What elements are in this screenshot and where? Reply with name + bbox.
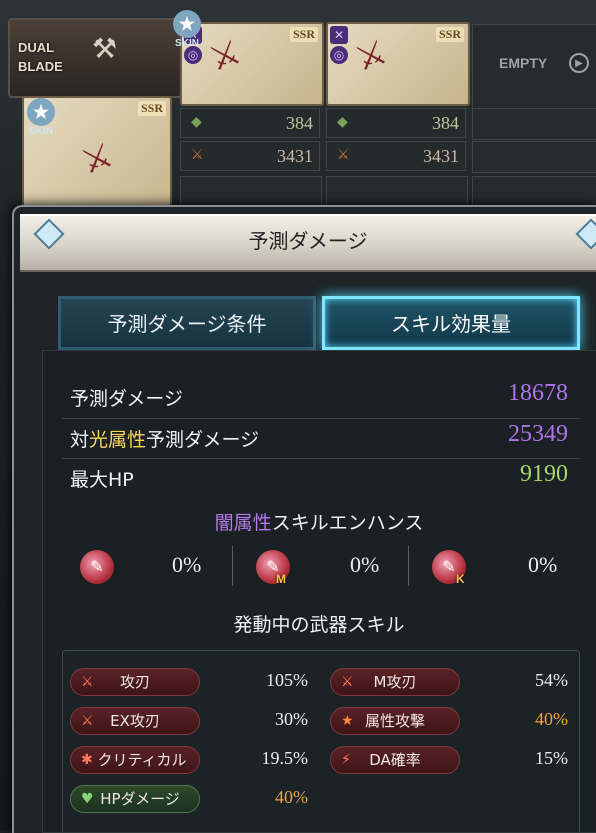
skill-pill-da-rate: ⚡ DA確率 (330, 746, 460, 774)
sword-icon: ⚔ (191, 148, 204, 163)
divider (62, 418, 580, 419)
hp-diamond-icon: ◆ (337, 115, 348, 130)
skill-pill-magna-might: ⚔ M攻刃 (330, 668, 460, 696)
hp-stat-2: ◆ 384 (326, 108, 466, 138)
weapon-art-icon: ⚔ (350, 31, 393, 81)
hp-diamond-icon: ◆ (191, 115, 202, 130)
empty-label: EMPTY (499, 55, 548, 71)
normal-skill-icon: ✎ (80, 550, 114, 584)
empty-stat-cell (472, 141, 596, 173)
max-hp-value: 9190 (520, 461, 568, 487)
skill-value-might: 105% (266, 670, 308, 690)
skill-pill-critical: ✱ クリティカル (70, 746, 200, 774)
skill-type-icon: ◎ (330, 46, 348, 64)
skill-enhance-title: 闇属性スキルエンハンス (214, 512, 424, 534)
magna-sub-label: M (276, 572, 286, 586)
skin-badge: ★ SKIN (170, 10, 204, 50)
star-icon: ★ (173, 10, 201, 38)
star-icon: ★ (27, 98, 55, 126)
ex-enhance-value: 0% (528, 552, 558, 577)
skill-value-magna-might: 54% (535, 670, 568, 690)
magna-enhance-value: 0% (350, 552, 380, 577)
vs-light-damage-label: 対光属性予測ダメージ (70, 429, 260, 451)
weapon-art-icon: ⚔ (76, 135, 119, 184)
divider (232, 546, 233, 586)
weapon-art-icon: ⚔ (204, 31, 247, 81)
atk-stat-1: ⚔ 3431 (180, 141, 320, 171)
active-weapon-skills-title: 発動中の武器スキル (233, 614, 405, 636)
empty-stat-cell (472, 108, 596, 140)
predicted-damage-value: 18678 (508, 380, 568, 406)
sword-icon: ⚔ (337, 148, 350, 163)
skill-value-da-rate: 15% (535, 748, 568, 768)
skill-value-element-attack: 40% (535, 709, 568, 729)
dark-element-icon: ✕ (330, 26, 348, 44)
empty-slot[interactable]: EMPTY ▶ (472, 24, 596, 110)
tab-damage-conditions[interactable]: 予測ダメージ条件 (58, 296, 316, 350)
skill-value-hp-damage: 40% (275, 787, 308, 807)
max-hp-label: 最大HP (70, 469, 134, 491)
divider (408, 546, 409, 586)
play-arrow-icon: ▶ (569, 53, 589, 73)
skin-label: SKIN (29, 126, 53, 137)
skill-value-critical: 19.5% (261, 748, 309, 768)
predicted-damage-label: 予測ダメージ (70, 388, 184, 410)
ssr-badge: SSR (137, 101, 166, 116)
atk-stat-2: ⚔ 3431 (326, 141, 466, 171)
crossed-weapons-icon: ⚒ (92, 32, 118, 65)
skin-label: SKIN (175, 38, 199, 49)
ssr-badge: SSR (289, 27, 318, 42)
divider (62, 458, 580, 459)
dialog-title: 予測ダメージ (248, 229, 368, 253)
skill-pill-hp-damage: ♥ HPダメージ (70, 785, 200, 813)
skill-value-ex-might: 30% (275, 709, 308, 729)
weapon-card-2[interactable]: ⚔ SSR ✕ ◎ (326, 22, 470, 106)
skill-pill-element-attack: ★ 属性攻撃 (330, 707, 460, 735)
vs-light-damage-value: 25349 (508, 421, 568, 447)
skill-pill-might: ⚔ 攻刃 (70, 668, 200, 696)
ssr-badge: SSR (435, 27, 464, 42)
tab-skill-effects[interactable]: スキル効果量 (322, 296, 580, 350)
dual-blade-label: DUAL BLADE (18, 40, 63, 74)
skill-pill-ex-might: ⚔ EX攻刃 (70, 707, 200, 735)
skin-badge: ★ SKIN (24, 98, 58, 138)
ex-sub-label: K (456, 572, 465, 586)
hp-stat-1: ◆ 384 (180, 108, 320, 138)
normal-enhance-value: 0% (172, 552, 202, 577)
